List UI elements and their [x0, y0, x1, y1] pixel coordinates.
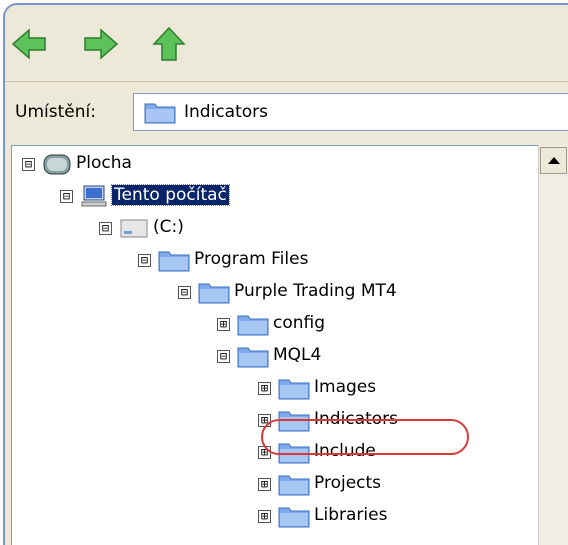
tree-node-label: config: [273, 313, 326, 333]
expand-toggle[interactable]: ⊞: [258, 510, 271, 523]
indicators-highlight-annotation: [261, 419, 469, 455]
back-arrow-icon: [11, 28, 46, 60]
collapse-toggle[interactable]: ⊟: [22, 158, 35, 171]
tree-node-label: Libraries: [314, 505, 388, 525]
drive-icon: [120, 219, 148, 238]
vertical-scrollbar[interactable]: [538, 145, 568, 545]
expand-toggle[interactable]: ⊞: [258, 382, 271, 395]
collapse-toggle[interactable]: ⊟: [99, 222, 112, 235]
back-button[interactable]: [10, 25, 48, 63]
folder-tree[interactable]: ⊟ Plocha ⊟ Tento počítač ⊟ (C:) ⊟ Progra…: [11, 145, 542, 545]
folder-icon: [278, 379, 310, 400]
folder-icon: [237, 315, 269, 336]
folder-icon: [158, 251, 190, 272]
desktop-icon: [43, 154, 71, 175]
computer-icon: [81, 185, 107, 207]
forward-arrow-icon: [84, 28, 119, 60]
expand-toggle[interactable]: ⊞: [258, 478, 271, 491]
collapse-toggle[interactable]: ⊟: [217, 350, 230, 363]
location-combobox[interactable]: Indicators: [133, 93, 568, 131]
folder-icon: [278, 507, 310, 528]
collapse-toggle[interactable]: ⊟: [178, 286, 191, 299]
caret-up-icon: [548, 157, 560, 164]
tree-node-label: Tento počítač: [111, 184, 230, 206]
up-button[interactable]: [150, 25, 188, 63]
tree-node-label: Plocha: [76, 153, 132, 173]
toolbar-separator: [5, 81, 568, 82]
up-arrow-icon: [152, 26, 186, 61]
tree-node-label: Images: [314, 377, 377, 397]
folder-icon: [198, 283, 230, 304]
folder-icon: [237, 347, 269, 368]
location-value: Indicators: [184, 102, 268, 122]
collapse-toggle[interactable]: ⊟: [138, 254, 151, 267]
tree-node-label: Purple Trading MT4: [234, 281, 397, 301]
location-label: Umístění:: [15, 102, 96, 122]
file-chooser-window: Umístění: Indicators ⊟ Plocha ⊟ Tento po…: [3, 3, 568, 545]
tree-node-label: MQL4: [273, 345, 322, 365]
expand-toggle[interactable]: ⊞: [217, 318, 230, 331]
tree-node-label: Program Files: [194, 249, 309, 269]
tree-node-label: Projects: [314, 473, 382, 493]
collapse-toggle[interactable]: ⊟: [60, 190, 73, 203]
scroll-up-button[interactable]: [540, 147, 567, 174]
forward-button[interactable]: [82, 25, 120, 63]
tree-node-label: (C:): [153, 217, 184, 237]
folder-icon: [278, 475, 310, 496]
folder-icon: [144, 103, 176, 124]
